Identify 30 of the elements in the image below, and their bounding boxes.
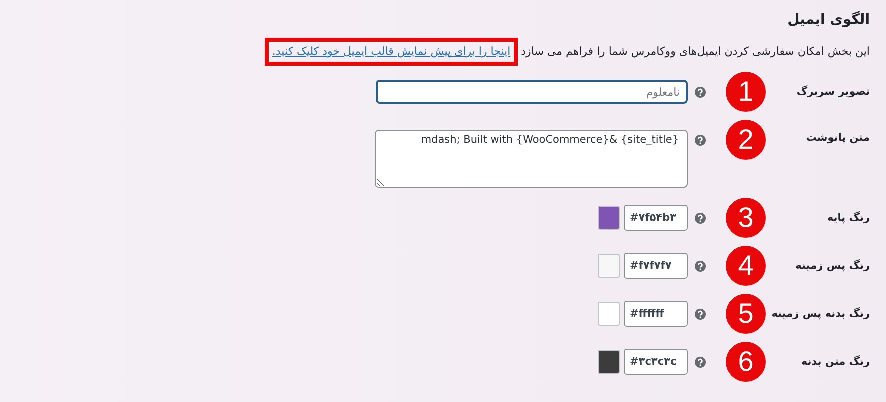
number-badge: 6 (726, 342, 766, 382)
color-value-field[interactable]: #۳c۳c۳c (624, 349, 688, 375)
color-swatch[interactable] (598, 350, 620, 374)
color-swatch[interactable] (598, 254, 620, 278)
help-icon[interactable] (695, 135, 706, 146)
color-value-field[interactable]: #۷f۵۴b۳ (624, 205, 688, 231)
number-badge: 5 (726, 294, 766, 334)
field-label: رنگ پس زمینه (794, 260, 870, 272)
number-badge: 2 (726, 120, 766, 160)
section-title: الگوی ایمیل (786, 12, 870, 30)
number-badge: 4 (726, 246, 766, 286)
color-value-field[interactable]: #ffffff (624, 301, 688, 327)
number-badge: 3 (726, 198, 766, 238)
field-label: متن پانوشت (805, 132, 870, 144)
help-icon[interactable] (695, 356, 706, 368)
field-label: تصویر سربرگ (796, 86, 870, 98)
color-value-field[interactable]: #f۷f۷f۷ (624, 253, 688, 279)
field-label: رنگ متن بدنه (800, 356, 870, 368)
description-text: این بخش امکان سفارشی کردن ایمیل‌های ووکامرس شما را فراهم می سازد اینجا را برای پیش نمایش قالب ایمیل خود کلیک کنید. (0, 38, 870, 66)
color-swatch[interactable] (598, 302, 620, 326)
help-icon[interactable] (695, 308, 706, 320)
footer-text-field[interactable]: mdash; Built with {WooCommerce}& {site_title} (375, 130, 688, 188)
help-icon[interactable] (695, 212, 706, 224)
help-icon[interactable] (695, 86, 706, 98)
header-image-field[interactable]: نامعلوم (376, 80, 688, 104)
color-swatch[interactable] (598, 206, 620, 230)
help-icon[interactable] (695, 260, 706, 272)
number-badge: 1 (726, 72, 766, 112)
field-label: رنگ پایه (826, 212, 870, 224)
field-label: رنگ بدنه پس زمینه (770, 308, 870, 320)
